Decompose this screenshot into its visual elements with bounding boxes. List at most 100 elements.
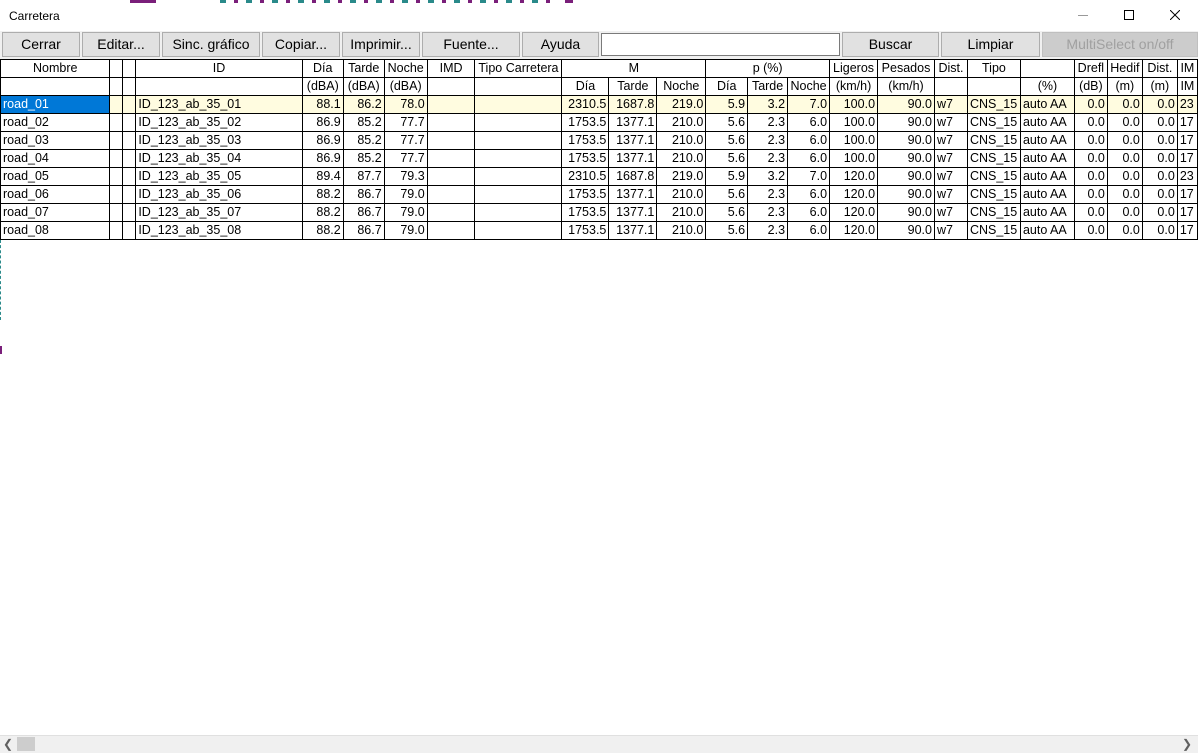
table-cell[interactable] xyxy=(122,185,137,204)
table-cell[interactable] xyxy=(474,131,563,150)
table-cell[interactable]: 86.7 xyxy=(342,185,385,204)
table-cell[interactable]: 100.0 xyxy=(829,149,879,168)
table-cell[interactable]: 90.0 xyxy=(877,149,935,168)
table-cell[interactable]: 7.0 xyxy=(787,95,831,114)
table-cell[interactable]: 79.0 xyxy=(383,185,428,204)
table-row[interactable]: road_01 ID_123_ab_35_01 88.1 86.2 78.0 2310.5… xyxy=(0,95,1198,114)
table-cell[interactable] xyxy=(474,149,563,168)
table-cell[interactable]: CNS_15 xyxy=(966,167,1021,186)
table-cell[interactable]: 0.0 xyxy=(1106,167,1143,186)
table-cell[interactable]: w7 xyxy=(933,185,968,204)
multiselect-toggle-button[interactable]: MultiSelect on/off xyxy=(1042,32,1198,57)
table-cell[interactable]: 79.3 xyxy=(383,167,428,186)
table-cell[interactable]: road_04 xyxy=(0,149,111,168)
table-row[interactable]: road_06 ID_123_ab_35_06 88.2 86.7 79.0 1753.5… xyxy=(0,185,1198,204)
table-cell[interactable]: 0.0 xyxy=(1106,131,1143,150)
table-cell[interactable]: 86.9 xyxy=(301,131,344,150)
table-cell[interactable]: 0.0 xyxy=(1106,149,1143,168)
table-cell[interactable]: 5.6 xyxy=(705,203,749,222)
table-cell[interactable]: 90.0 xyxy=(877,203,935,222)
table-cell[interactable]: ID_123_ab_35_08 xyxy=(135,221,303,240)
table-cell[interactable]: 1687.8 xyxy=(608,167,658,186)
table-cell[interactable] xyxy=(109,149,124,168)
table-cell[interactable]: 210.0 xyxy=(656,149,707,168)
table-cell[interactable] xyxy=(426,221,476,240)
table-cell[interactable]: 90.0 xyxy=(877,185,935,204)
table-cell[interactable]: 77.7 xyxy=(383,131,428,150)
column-header[interactable]: Ligeros xyxy=(829,59,879,78)
table-cell[interactable]: road_05 xyxy=(0,167,111,186)
table-cell[interactable]: 0.0 xyxy=(1106,185,1143,204)
table-cell[interactable]: 0.0 xyxy=(1073,95,1108,114)
table-cell[interactable]: 77.7 xyxy=(383,149,428,168)
table-cell[interactable]: 89.4 xyxy=(301,167,344,186)
table-cell[interactable]: 0.0 xyxy=(1073,113,1108,132)
table-cell[interactable]: 2310.5 xyxy=(561,167,610,186)
table-cell[interactable]: 86.2 xyxy=(342,95,385,114)
table-cell[interactable]: 120.0 xyxy=(829,221,879,240)
table-cell[interactable]: 0.0 xyxy=(1073,167,1108,186)
table-cell[interactable]: 87.7 xyxy=(342,167,385,186)
table-cell[interactable]: 86.9 xyxy=(301,149,344,168)
table-cell[interactable]: 90.0 xyxy=(877,167,935,186)
table-cell[interactable]: 1753.5 xyxy=(561,149,610,168)
table-cell[interactable] xyxy=(426,185,476,204)
table-cell[interactable]: 85.2 xyxy=(342,149,385,168)
table-cell[interactable] xyxy=(109,185,124,204)
table-cell[interactable]: 79.0 xyxy=(383,221,428,240)
maximize-button[interactable] xyxy=(1106,0,1152,31)
table-cell[interactable]: 0.0 xyxy=(1073,131,1108,150)
column-header[interactable]: IM xyxy=(1176,59,1198,78)
table-cell[interactable]: 0.0 xyxy=(1106,95,1143,114)
column-header[interactable]: Dist. xyxy=(933,59,968,78)
table-cell[interactable]: auto AA xyxy=(1019,167,1075,186)
table-cell[interactable]: road_07 xyxy=(0,203,111,222)
help-button[interactable]: Ayuda xyxy=(522,32,599,57)
data-grid[interactable]: Nombre ID Día Tarde Noche IMD Tipo Carre… xyxy=(0,59,1198,735)
table-cell[interactable] xyxy=(474,95,563,114)
table-cell[interactable]: 5.6 xyxy=(705,185,749,204)
table-cell[interactable]: 0.0 xyxy=(1106,221,1143,240)
table-cell[interactable]: 86.9 xyxy=(301,113,344,132)
table-cell[interactable]: 1377.1 xyxy=(608,149,658,168)
table-cell[interactable]: 88.2 xyxy=(301,221,344,240)
close-window-button[interactable]: Cerrar xyxy=(2,32,80,57)
table-cell[interactable]: 88.1 xyxy=(301,95,344,114)
table-cell[interactable] xyxy=(426,149,476,168)
table-cell[interactable]: 1753.5 xyxy=(561,203,610,222)
table-cell[interactable]: 0.0 xyxy=(1106,203,1143,222)
table-cell[interactable]: 86.7 xyxy=(342,203,385,222)
column-header[interactable]: Tarde xyxy=(342,59,385,78)
table-cell[interactable]: 2310.5 xyxy=(561,95,610,114)
table-cell[interactable] xyxy=(426,95,476,114)
column-header[interactable]: Pesados xyxy=(877,59,935,78)
print-button[interactable]: Imprimir... xyxy=(342,32,420,57)
table-cell[interactable]: 17 xyxy=(1176,149,1198,168)
table-cell[interactable]: 90.0 xyxy=(877,95,935,114)
search-input[interactable] xyxy=(601,33,840,56)
table-cell[interactable]: 2.3 xyxy=(747,203,789,222)
table-cell[interactable]: w7 xyxy=(933,167,968,186)
table-cell[interactable]: auto AA xyxy=(1019,203,1075,222)
table-cell[interactable]: 5.6 xyxy=(705,149,749,168)
table-cell[interactable] xyxy=(122,131,137,150)
table-cell[interactable]: 0.0 xyxy=(1141,113,1178,132)
table-cell[interactable]: 219.0 xyxy=(656,167,707,186)
table-cell[interactable]: 2.3 xyxy=(747,185,789,204)
table-cell[interactable]: 1377.1 xyxy=(608,221,658,240)
table-cell[interactable]: 0.0 xyxy=(1073,203,1108,222)
table-cell[interactable]: auto AA xyxy=(1019,95,1075,114)
column-header[interactable]: Dist. xyxy=(1141,59,1178,78)
table-cell[interactable]: 2.3 xyxy=(747,221,789,240)
table-cell[interactable] xyxy=(109,203,124,222)
table-cell[interactable]: CNS_15 xyxy=(966,149,1021,168)
table-cell[interactable]: road_01 xyxy=(0,95,111,114)
table-cell[interactable]: 210.0 xyxy=(656,221,707,240)
table-cell[interactable] xyxy=(474,203,563,222)
table-cell[interactable] xyxy=(122,203,137,222)
chevron-left-icon[interactable]: ❮ xyxy=(3,737,13,751)
search-button[interactable]: Buscar xyxy=(842,32,939,57)
table-cell[interactable]: 120.0 xyxy=(829,203,879,222)
table-cell[interactable]: CNS_15 xyxy=(966,113,1021,132)
table-cell[interactable]: ID_123_ab_35_04 xyxy=(135,149,303,168)
